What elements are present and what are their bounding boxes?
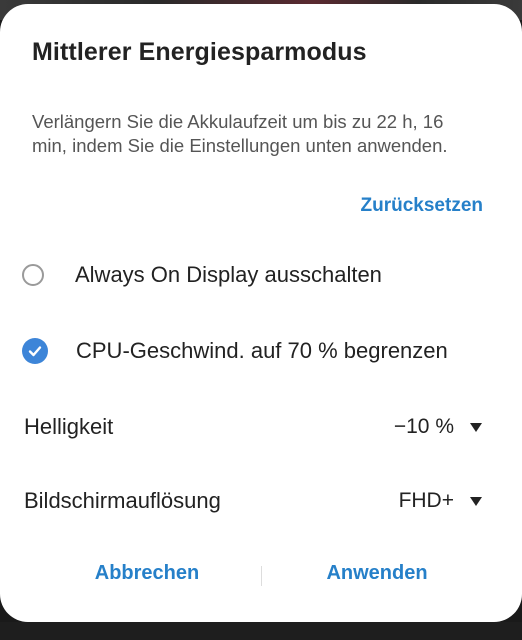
radio-unchecked-icon[interactable] <box>22 264 44 286</box>
triangle-down-icon <box>470 422 482 432</box>
option-label: CPU-Geschwind. auf 70 % begrenzen <box>76 338 448 363</box>
triangle-down-icon <box>470 496 482 506</box>
check-circle-icon[interactable] <box>22 338 48 364</box>
option-label: Always On Display ausschalten <box>75 262 382 287</box>
setting-resolution[interactable]: Bildschirmauflösung FHD+ <box>24 481 482 521</box>
setting-label: Bildschirmauflösung <box>24 488 221 513</box>
dialog-title: Mittlerer Energiesparmodus <box>32 38 367 66</box>
bottom-background <box>0 622 522 640</box>
brightness-dropdown[interactable]: −10 % <box>394 415 482 439</box>
cancel-button[interactable]: Abbrechen <box>80 562 214 592</box>
resolution-dropdown[interactable]: FHD+ <box>399 489 482 513</box>
setting-label: Helligkeit <box>24 414 114 439</box>
option-always-on-display[interactable]: Always On Display ausschalten <box>22 255 502 295</box>
footer-divider <box>261 566 262 586</box>
setting-value: FHD+ <box>398 489 454 512</box>
dialog-description: Verlängern Sie die Akkulaufzeit um bis z… <box>32 111 448 156</box>
setting-brightness[interactable]: Helligkeit −10 % <box>24 407 482 447</box>
option-cpu-limit[interactable]: CPU-Geschwind. auf 70 % begrenzen <box>22 331 502 371</box>
apply-button[interactable]: Anwenden <box>310 562 444 592</box>
setting-value: −10 % <box>393 415 454 438</box>
checkmark-icon <box>28 346 42 357</box>
power-saving-dialog: Mittlerer Energiesparmodus Verlängern Si… <box>0 4 522 622</box>
reset-button[interactable]: Zurücksetzen <box>361 195 483 217</box>
